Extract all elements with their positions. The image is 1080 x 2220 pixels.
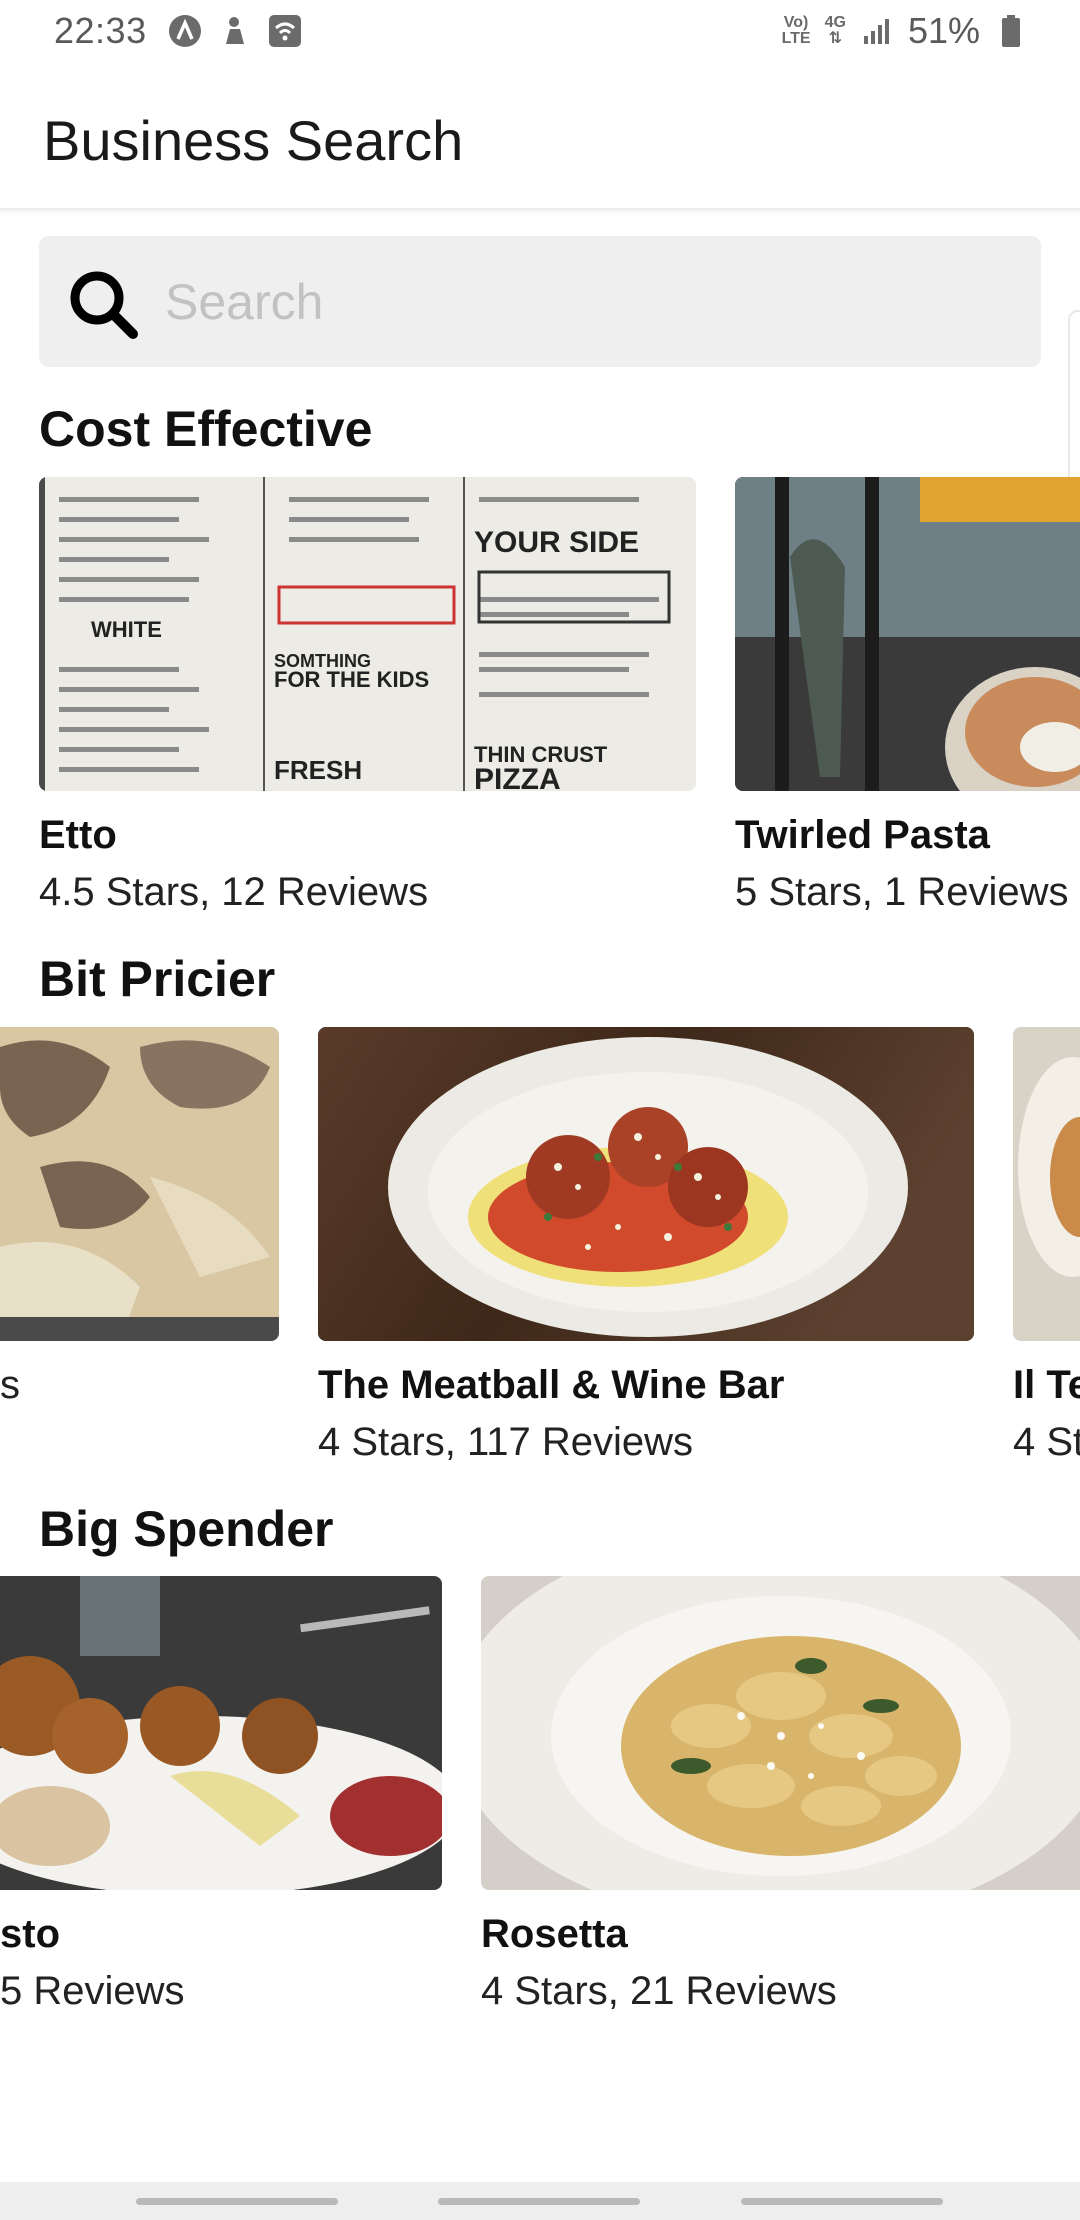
wifi-box-icon	[268, 14, 302, 48]
section-title-cost-effective: Cost Effective	[39, 401, 373, 457]
svg-text:YOUR SIDE: YOUR SIDE	[474, 526, 639, 559]
nav-home-button[interactable]	[438, 2198, 640, 2205]
battery-icon	[994, 14, 1028, 48]
search-input[interactable]	[165, 236, 1005, 367]
volte-top-text: Vo)	[783, 14, 809, 31]
page-title: Business Search	[43, 109, 464, 172]
svg-text:FOR THE KIDS: FOR THE KIDS	[274, 667, 429, 692]
section-title-bit-pricier: Bit Pricier	[39, 951, 276, 1007]
network-type-text: 4G	[824, 14, 846, 31]
meatball-photo	[318, 1027, 974, 1341]
business-name: Twirled Pasta	[735, 813, 990, 857]
nav-back-button[interactable]	[741, 2198, 943, 2205]
business-card-partial-left[interactable]: s	[0, 1027, 279, 1408]
business-card-meatball-wine-bar[interactable]: The Meatball & Wine Bar 4 Stars, 117 Rev…	[318, 1027, 974, 1465]
business-rating: 5 Stars, 1 Reviews	[735, 870, 1069, 914]
search-icon	[70, 271, 138, 339]
business-name: Etto	[39, 813, 117, 857]
system-nav-bar	[0, 2182, 1080, 2220]
business-rating: 4.5 Stars, 12 Reviews	[39, 870, 429, 914]
business-rating: 4 Stars, 21 Reviews	[481, 1969, 837, 2013]
business-name: Il Te	[1013, 1363, 1080, 1407]
tortellini-photo	[481, 1576, 1080, 1890]
business-rating: 4 Stars, 117 Reviews	[318, 1420, 693, 1464]
svg-text:FRESH: FRESH	[274, 755, 362, 785]
volte-indicator: Vo) LTE	[782, 15, 811, 47]
business-name: Rosetta	[481, 1912, 628, 1956]
volte-bottom-text: LTE	[781, 30, 811, 47]
signal-bars-icon	[860, 14, 894, 48]
business-name: sto	[0, 1912, 60, 1956]
svg-text:WHITE: WHITE	[91, 617, 162, 642]
data-arrows-icon: ⇅	[828, 30, 842, 47]
storefront-photo	[735, 477, 1080, 791]
status-right: Vo) LTE 4G ⇅ 51%	[782, 10, 1028, 52]
truffle-pasta-photo	[0, 1027, 279, 1341]
section-title-big-spender: Big Spender	[39, 1501, 334, 1557]
app-bar: Business Search	[0, 64, 1080, 210]
status-time: 22:33	[54, 10, 147, 51]
notification-icons	[168, 14, 302, 48]
menu-photo: WHITE SOMTHING FOR THE KIDS FRESH YOUR S…	[39, 477, 696, 791]
svg-text:PIZZA: PIZZA	[474, 763, 561, 791]
status-bar: 22:33 Vo) LTE 4G ⇅ 51%	[0, 0, 1080, 64]
business-card-partial-left[interactable]: sto 5 Reviews	[0, 1576, 442, 2014]
business-card-twirled-pasta[interactable]: Twirled Pasta 5 Stars, 1 Reviews	[735, 477, 1080, 915]
battery-percent: 51%	[907, 10, 980, 51]
data-indicator: 4G ⇅	[825, 15, 846, 47]
business-card-etto[interactable]: WHITE SOMTHING FOR THE KIDS FRESH YOUR S…	[39, 477, 696, 915]
app-notification-icon	[168, 14, 202, 48]
business-name: The Meatball & Wine Bar	[318, 1363, 785, 1407]
nav-recents-button[interactable]	[136, 2198, 338, 2205]
dish-photo	[1013, 1027, 1080, 1341]
business-card-partial-right[interactable]: Il Te 4 St	[1013, 1027, 1080, 1465]
business-rating: 4 St	[1013, 1420, 1080, 1464]
business-card-rosetta[interactable]: Rosetta 4 Stars, 21 Reviews	[481, 1576, 1080, 2014]
business-rating: 5 Reviews	[0, 1969, 185, 2013]
person-notification-icon	[218, 14, 252, 48]
platter-photo	[0, 1576, 442, 1890]
search-bar[interactable]	[39, 236, 1041, 367]
business-rating: s	[0, 1363, 20, 1407]
